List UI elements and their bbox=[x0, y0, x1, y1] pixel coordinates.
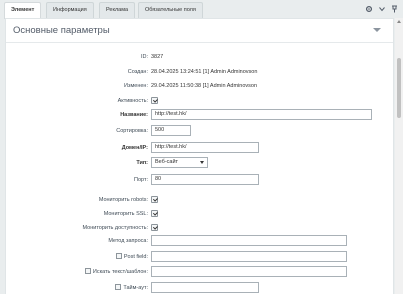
name-label: Название: bbox=[120, 112, 148, 118]
row-modified: Изменен: 29.04.2025 11:50:38 [1] Admin A… bbox=[6, 80, 393, 92]
monitor-ssl-label: Мониторить SSL: bbox=[103, 211, 148, 217]
monitor-availability-label: Мониторить доступность: bbox=[82, 225, 148, 231]
type-label: Тип: bbox=[136, 160, 148, 166]
post-field-input[interactable] bbox=[151, 251, 347, 262]
chevron-down-icon[interactable] bbox=[377, 4, 386, 13]
search-text-checkbox[interactable] bbox=[84, 268, 91, 275]
type-select[interactable]: Веб-сайт bbox=[151, 157, 208, 168]
timeout-input[interactable] bbox=[151, 282, 259, 293]
tab-label: Обязательные поля bbox=[145, 7, 196, 13]
row-sort: Сортировка: 500 bbox=[6, 125, 393, 137]
timeout-label: Тайм-аут: bbox=[123, 285, 148, 291]
section-title: Основные параметры bbox=[13, 25, 110, 36]
settings-icon[interactable] bbox=[364, 4, 373, 13]
row-created: Создан: 28.04.2025 13:24:51 [1] Admin Ad… bbox=[6, 66, 393, 78]
search-text-input[interactable] bbox=[151, 266, 347, 277]
id-value: 3827 bbox=[151, 54, 164, 60]
search-text-label: Искать текст/шаблон: bbox=[92, 269, 148, 275]
sort-label: Сортировка: bbox=[116, 128, 148, 134]
row-type: Тип: Веб-сайт bbox=[6, 157, 393, 169]
row-domain: Домен/IP: http://test.hk/ bbox=[6, 142, 393, 154]
request-method-label: Метод запроса: bbox=[108, 238, 148, 244]
tab-bar: Элемент Информация Реклама Обязательные … bbox=[0, 0, 403, 19]
tab-label: Элемент bbox=[11, 7, 35, 13]
request-method-input[interactable] bbox=[151, 235, 347, 246]
row-timeout: Тайм-аут: bbox=[6, 282, 393, 294]
main-panel: Основные параметры ID: 3827 Создан: 28.0… bbox=[5, 18, 394, 294]
timeout-checkbox[interactable] bbox=[115, 284, 122, 291]
modified-value: 29.04.2025 11:50:38 [1] Admin Adminovson bbox=[151, 83, 258, 89]
tab-required-fields[interactable]: Обязательные поля bbox=[138, 2, 203, 18]
scroll-up-icon[interactable] bbox=[397, 20, 401, 23]
post-field-label-wrap: Post field: bbox=[115, 251, 148, 263]
monitor-availability-checkbox[interactable] bbox=[151, 224, 158, 231]
timeout-label-wrap: Тайм-аут: bbox=[115, 282, 148, 294]
domain-input[interactable]: http://test.hk/ bbox=[151, 142, 259, 153]
port-label: Порт: bbox=[134, 177, 148, 183]
post-field-label: Post field: bbox=[123, 254, 148, 260]
pin-icon[interactable] bbox=[390, 4, 399, 13]
check-icon bbox=[152, 196, 158, 202]
row-search-text: Искать текст/шаблон: bbox=[6, 266, 393, 278]
row-post-field: Post field: bbox=[6, 251, 393, 263]
search-text-label-wrap: Искать текст/шаблон: bbox=[84, 266, 148, 278]
row-active: Активность: bbox=[6, 95, 393, 107]
check-icon bbox=[152, 224, 158, 230]
row-request-method: Метод запроса: bbox=[6, 235, 393, 247]
type-select-value: Веб-сайт bbox=[155, 159, 179, 165]
id-label: ID: bbox=[140, 54, 148, 60]
scrollbar[interactable] bbox=[395, 18, 403, 294]
created-value: 28.04.2025 13:24:51 [1] Admin Adminovson bbox=[151, 69, 258, 75]
row-port: Порт: 80 bbox=[6, 174, 393, 186]
name-input[interactable]: http://test.hk/ bbox=[151, 109, 372, 120]
tab-label: Реклама bbox=[106, 7, 129, 13]
monitor-robots-checkbox[interactable] bbox=[151, 196, 158, 203]
active-checkbox[interactable] bbox=[151, 97, 158, 104]
post-field-checkbox[interactable] bbox=[115, 253, 122, 260]
tab-element[interactable]: Элемент bbox=[4, 2, 42, 19]
tab-label: Информация bbox=[53, 7, 87, 13]
row-name: Название: http://test.hk/ bbox=[6, 109, 393, 121]
check-icon bbox=[152, 210, 158, 216]
row-monitor-robots: Мониторить robots: bbox=[6, 194, 393, 206]
row-monitor-ssl: Мониторить SSL: bbox=[6, 208, 393, 220]
section-header[interactable]: Основные параметры bbox=[6, 19, 393, 43]
created-label: Создан: bbox=[127, 69, 148, 75]
chevron-down-icon bbox=[200, 161, 204, 164]
tab-ads[interactable]: Реклама bbox=[99, 2, 136, 18]
scroll-thumb[interactable] bbox=[397, 58, 401, 118]
sort-input[interactable]: 500 bbox=[151, 125, 191, 136]
row-monitor-availability: Мониторить доступность: bbox=[6, 222, 393, 234]
port-input[interactable]: 80 bbox=[151, 174, 259, 185]
collapse-icon[interactable] bbox=[373, 28, 381, 32]
domain-label: Домен/IP: bbox=[121, 145, 148, 151]
active-label: Активность: bbox=[117, 98, 148, 104]
monitor-ssl-checkbox[interactable] bbox=[151, 210, 158, 217]
tab-info[interactable]: Информация bbox=[46, 2, 94, 18]
check-icon bbox=[152, 97, 158, 103]
row-id: ID: 3827 bbox=[6, 51, 393, 63]
monitor-robots-label: Мониторить robots: bbox=[98, 197, 148, 203]
tab-icons bbox=[364, 4, 399, 13]
modified-label: Изменен: bbox=[124, 83, 148, 89]
